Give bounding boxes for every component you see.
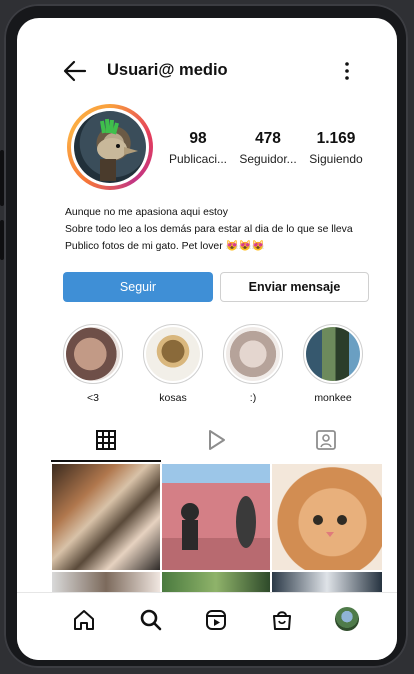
profile-bio: Aunque no me apasiona aqui estoy Sobre t… (65, 204, 395, 255)
story-highlight[interactable]: :) (219, 324, 287, 404)
shop-icon[interactable] (269, 607, 295, 633)
follow-button[interactable]: Seguir (63, 272, 213, 302)
stat-followers[interactable]: 478 Seguidor... (229, 130, 307, 166)
highlight-cover (66, 327, 120, 381)
post-thumbnail[interactable] (162, 572, 270, 592)
bio-line: Publico fotos de mi gato. Pet lover 😻😻😻 (65, 241, 265, 252)
vertical-dots-icon[interactable] (343, 59, 351, 83)
search-icon[interactable] (138, 607, 164, 633)
stat-posts-value: 98 (189, 130, 207, 147)
story-highlight[interactable]: kosas (139, 324, 207, 404)
home-icon[interactable] (71, 607, 97, 633)
bio-line: Aunque no me apasiona aqui estoy (65, 207, 228, 218)
highlight-label: :) (249, 392, 257, 404)
highlight-cover (226, 327, 280, 381)
highlight-cover (146, 327, 200, 381)
story-highlight[interactable]: monkee (299, 324, 367, 404)
bio-line: Sobre todo leo a los demás para estar al… (65, 224, 353, 235)
top-bar: Usuari@ medio (17, 56, 397, 86)
username-title: Usuari@ medio (107, 61, 228, 79)
highlight-label: <3 (87, 392, 99, 404)
highlight-label: monkee (314, 392, 352, 404)
highlight-cover (306, 327, 360, 381)
stat-following[interactable]: 1.169 Siguiendo (297, 130, 375, 166)
grid-icon[interactable] (93, 428, 119, 452)
stat-following-value: 1.169 (316, 130, 356, 147)
post-thumbnail[interactable] (272, 464, 382, 570)
send-message-button[interactable]: Enviar mensaje (220, 272, 369, 302)
profile-avatar (74, 111, 146, 183)
highlight-label: kosas (159, 392, 187, 404)
tagged-icon[interactable] (313, 428, 339, 452)
stat-followers-value: 478 (255, 130, 281, 147)
phone-side-button (0, 150, 4, 206)
stat-posts-label: Publicaci... (168, 152, 228, 166)
story-highlight[interactable]: <3 (59, 324, 127, 404)
screen: Usuari@ medio 98 Publicaci... 478 Seguid… (17, 18, 397, 660)
post-thumbnail[interactable] (52, 572, 160, 592)
arrow-left-icon[interactable] (63, 60, 87, 82)
stat-following-label: Siguiendo (309, 152, 363, 166)
stat-followers-label: Seguidor... (239, 152, 297, 166)
reels-icon[interactable] (203, 607, 229, 633)
stat-posts[interactable]: 98 Publicaci... (159, 130, 237, 166)
reels-tab-icon[interactable] (203, 428, 229, 452)
post-thumbnail[interactable] (162, 464, 270, 570)
bottom-nav-bar (17, 592, 397, 660)
post-thumbnail[interactable] (52, 464, 160, 570)
post-thumbnail[interactable] (272, 572, 382, 592)
profile-avatar-nav[interactable] (335, 607, 359, 631)
active-tab-indicator (51, 460, 161, 462)
phone-side-button (0, 220, 4, 260)
profile-avatar-story-ring[interactable] (67, 104, 153, 190)
